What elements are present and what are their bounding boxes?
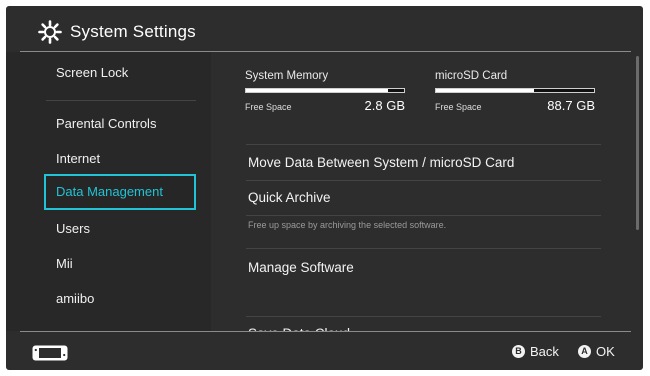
ok-button[interactable]: A OK bbox=[578, 343, 615, 361]
page-title: System Settings bbox=[70, 22, 196, 41]
storage-name: System Memory bbox=[245, 70, 329, 82]
sidebar-item-internet[interactable]: Internet bbox=[46, 142, 196, 176]
sidebar-item-amiibo[interactable]: amiibo bbox=[46, 282, 196, 316]
menu-divider bbox=[246, 215, 601, 216]
usage-bar-fill bbox=[436, 89, 534, 92]
microsd-usage-bar bbox=[435, 88, 595, 93]
free-space-label: Free Space bbox=[435, 102, 482, 112]
free-space-value: 2.8 GB bbox=[364, 98, 405, 113]
sidebar-item-label: Screen Lock bbox=[56, 65, 129, 80]
usage-bar-fill bbox=[246, 89, 389, 92]
back-button[interactable]: B Back bbox=[512, 343, 559, 361]
free-space-label: Free Space bbox=[245, 102, 292, 112]
sidebar-item-mii[interactable]: Mii bbox=[46, 247, 196, 281]
manage-software-menu-item[interactable]: Manage Software bbox=[246, 251, 603, 285]
settings-screen: System Settings Screen Lock Parental Con… bbox=[6, 6, 643, 370]
sidebar-item-label: Internet bbox=[56, 151, 101, 166]
footer: B Back A OK bbox=[6, 332, 643, 370]
sidebar-item-label: Users bbox=[56, 221, 90, 236]
sidebar-item-users[interactable]: Users bbox=[46, 212, 196, 246]
scrollbar[interactable] bbox=[636, 56, 639, 230]
system-memory-usage-bar bbox=[245, 88, 405, 93]
system-memory-panel: System Memory Free Space 2.8 GB bbox=[245, 70, 411, 120]
sidebar-item-label: Data Management bbox=[56, 184, 163, 199]
sidebar-divider bbox=[46, 100, 196, 101]
move-data-menu-item[interactable]: Move Data Between System / microSD Card bbox=[246, 146, 603, 180]
b-button-icon: B bbox=[512, 345, 525, 359]
header: System Settings bbox=[6, 6, 643, 52]
sidebar-item-screen-lock[interactable]: Screen Lock bbox=[46, 56, 196, 90]
menu-divider bbox=[246, 248, 601, 249]
quick-archive-description: Free up space by archiving the selected … bbox=[248, 220, 447, 230]
storage-name: microSD Card bbox=[435, 70, 508, 82]
microsd-card-panel: microSD Card Free Space 88.7 GB bbox=[435, 70, 601, 120]
back-label: Back bbox=[530, 344, 559, 360]
save-data-cloud-menu-item[interactable]: Save Data Cloud bbox=[246, 317, 603, 331]
quick-archive-menu-item[interactable]: Quick Archive bbox=[246, 181, 603, 215]
menu-divider bbox=[246, 144, 601, 145]
main-panel: System Memory Free Space 2.8 GB microSD … bbox=[211, 52, 643, 331]
a-button-icon: A bbox=[578, 345, 591, 359]
sidebar: Screen Lock Parental Controls Internet D… bbox=[6, 52, 211, 331]
ok-label: OK bbox=[596, 344, 615, 360]
gear-icon bbox=[38, 20, 62, 44]
sidebar-item-parental-controls[interactable]: Parental Controls bbox=[46, 107, 196, 141]
sidebar-item-label: Parental Controls bbox=[56, 116, 157, 131]
sidebar-item-data-management[interactable]: Data Management bbox=[44, 174, 196, 210]
free-space-value: 88.7 GB bbox=[547, 98, 595, 113]
console-icon bbox=[32, 345, 68, 361]
sidebar-item-label: amiibo bbox=[56, 291, 95, 306]
sidebar-item-label: Mii bbox=[56, 256, 73, 271]
